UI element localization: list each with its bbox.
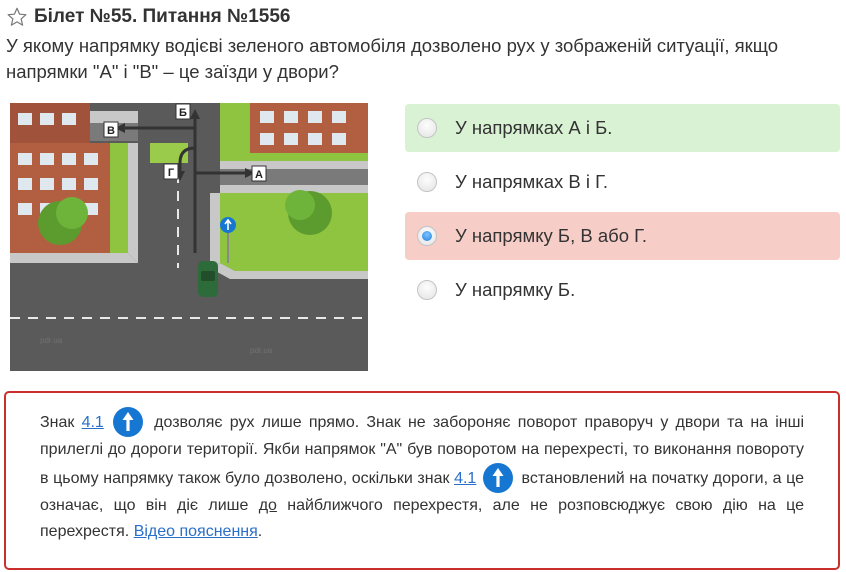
underlined-do: до [258,497,277,514]
answer-label: У напрямках А і Б. [455,117,613,138]
answer-option-3[interactable]: У напрямку Б, В або Г. [405,212,840,260]
traffic-scene-image: pdr.ua pdr.ua Б В Г А [10,103,368,371]
answer-option-1[interactable]: У напрямках А і Б. [405,104,840,152]
answer-option-4[interactable]: У напрямку Б. [405,266,840,314]
answer-label: У напрямку Б, В або Г. [455,225,648,246]
question-header: Білет №55. Питання №1556 [6,4,291,30]
radio-button[interactable] [417,172,437,192]
explanation-box: Знак 4.1 дозволяє рух лише прямо. Знак н… [4,391,840,570]
svg-text:pdr.ua: pdr.ua [40,336,63,345]
intersection-illustration: pdr.ua pdr.ua Б В Г А [10,103,368,371]
straight-arrow-sign-icon [113,407,143,437]
radio-button[interactable] [417,118,437,138]
question-title: Білет №55. Питання №1556 [34,6,291,27]
answer-label: У напрямках В і Г. [455,171,609,192]
straight-arrow-sign-icon [482,463,513,493]
explanation-text: Знак 4.1 дозволяє рух лише прямо. Знак н… [40,407,804,545]
answer-label: У напрямку Б. [455,279,576,300]
answer-list: У напрямках А і Б. У напрямках В і Г. У … [405,104,840,320]
label-a: А [255,169,263,181]
label-v: В [107,125,115,137]
sign-link-4-1-second[interactable]: 4.1 [454,470,476,487]
question-text: У якому напрямку водієві зеленого автомо… [6,35,779,82]
star-outline-icon[interactable] [6,6,28,28]
radio-button-selected[interactable] [417,226,437,246]
sign-link-4-1[interactable]: 4.1 [82,414,104,431]
answer-option-2[interactable]: У напрямках В і Г. [405,158,840,206]
video-explanation-link[interactable]: Відео пояснення [134,523,258,540]
label-g: Г [168,167,175,179]
label-b: Б [179,107,187,119]
radio-button[interactable] [417,280,437,300]
svg-text:pdr.ua: pdr.ua [250,346,273,355]
